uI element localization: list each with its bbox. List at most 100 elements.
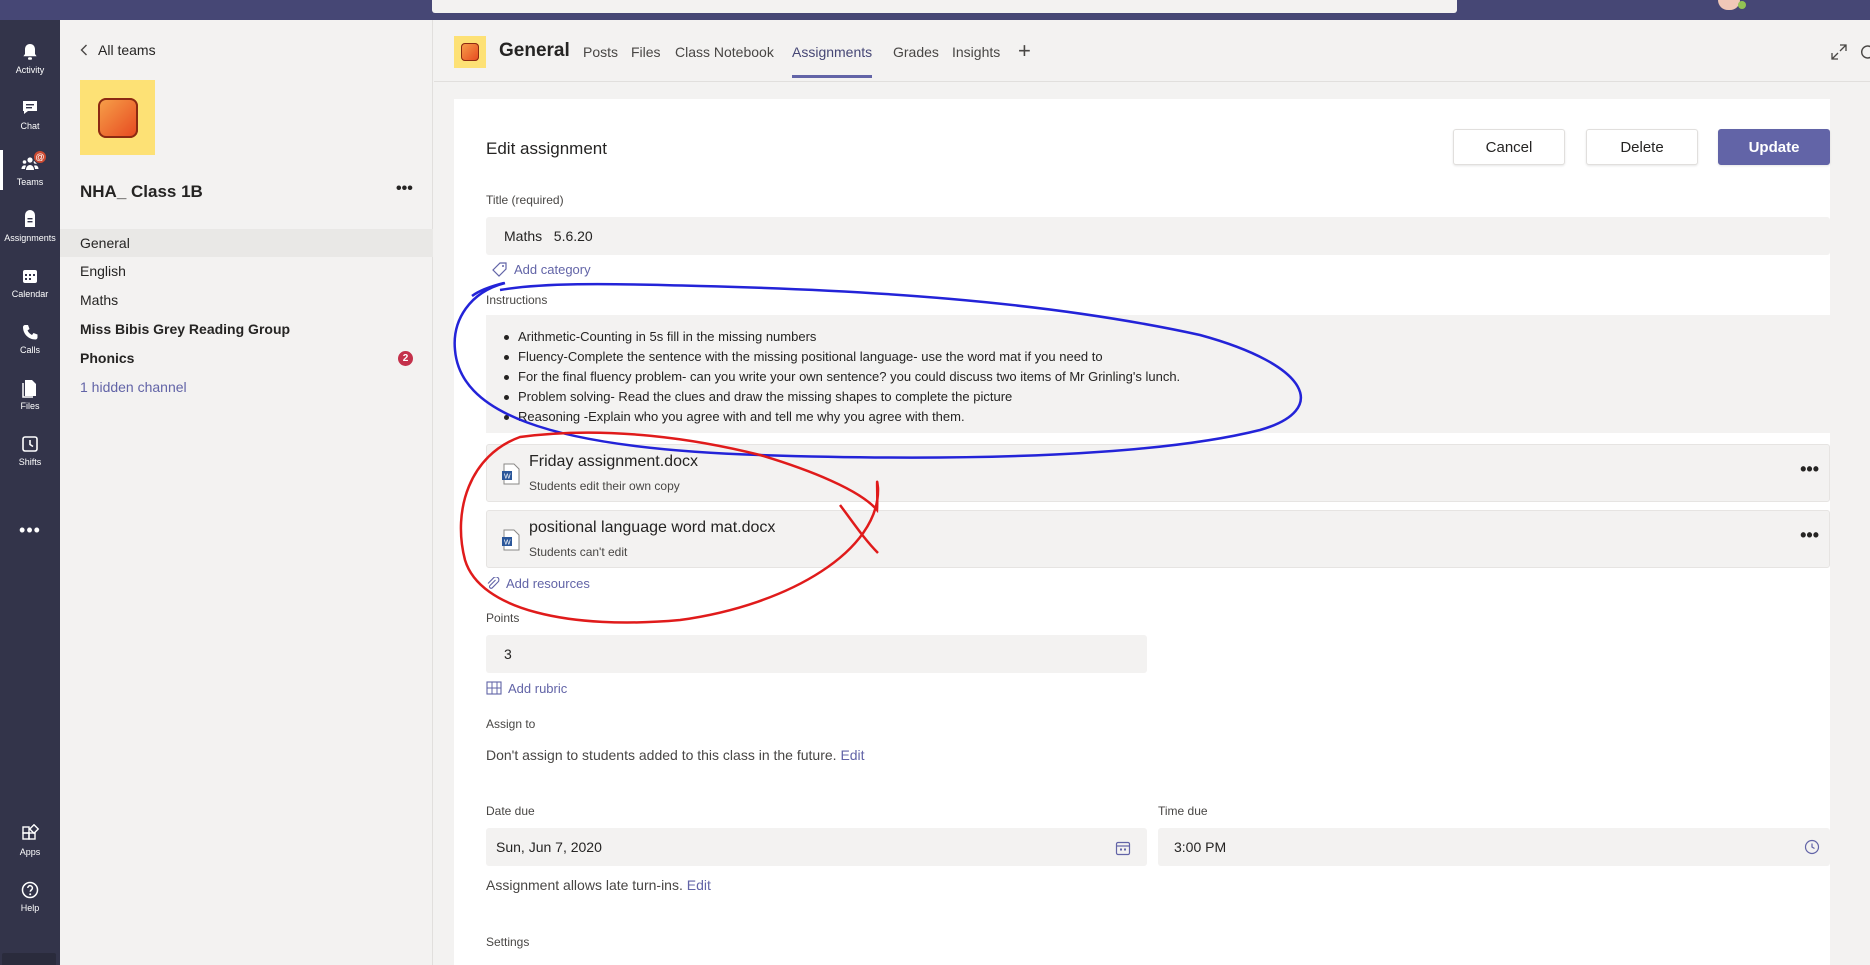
instructions-field[interactable]: Arithmetic-Counting in 5s fill in the mi… [486, 315, 1830, 433]
paperclip-icon [487, 576, 500, 589]
word-doc-icon: W [502, 463, 520, 485]
time-due-input[interactable]: 3:00 PM [1158, 828, 1830, 866]
svg-text:W: W [504, 474, 511, 481]
channel-phonics[interactable]: Phonics 2 [60, 344, 433, 372]
tab-assignments[interactable]: Assignments [792, 44, 873, 78]
mention-badge: @ [33, 150, 47, 164]
assign-to-value: Don't assign to students added to this c… [486, 747, 837, 763]
late-turnin-value: Assignment allows late turn-ins. [486, 877, 683, 893]
rail-item-calendar[interactable]: Calendar [0, 254, 60, 310]
title-bar [0, 0, 1870, 20]
cancel-button[interactable]: Cancel [1453, 129, 1565, 165]
attachment-row[interactable]: W Friday assignment.docx Students edit t… [486, 444, 1830, 502]
channel-english[interactable]: English [60, 257, 433, 285]
update-button[interactable]: Update [1718, 129, 1830, 165]
device-icon[interactable] [2, 953, 56, 965]
tab-posts[interactable]: Posts [583, 44, 618, 60]
chat-icon [23, 100, 37, 114]
hidden-channels-link[interactable]: 1 hidden channel [60, 373, 433, 401]
points-label: Points [486, 611, 520, 625]
time-due-label: Time due [1158, 804, 1208, 818]
all-teams-link[interactable]: All teams [80, 42, 156, 58]
title-input[interactable]: Maths 5.6.20 [486, 217, 1830, 255]
presence-indicator [1738, 1, 1746, 9]
rail-item-teams[interactable]: Teams @ [0, 142, 60, 198]
rail-label: Teams [16, 176, 44, 187]
attachment-more-button[interactable]: ••• [1800, 525, 1819, 546]
tag-icon [492, 262, 507, 277]
calendar-icon [23, 269, 37, 283]
channel-maths[interactable]: Maths [60, 286, 433, 314]
edit-assignment-form: Edit assignment Cancel Delete Update Tit… [454, 99, 1830, 965]
rail-label: Calls [19, 344, 40, 355]
tab-insights[interactable]: Insights [952, 44, 1000, 60]
assignments-icon [25, 209, 35, 227]
phone-icon [23, 324, 38, 339]
settings-label: Settings [486, 935, 530, 949]
instruction-item: For the final fluency problem- can you w… [504, 367, 1830, 387]
expand-icon[interactable] [1829, 42, 1849, 62]
rail-item-assignments[interactable]: Assignments [0, 198, 60, 254]
add-rubric-link[interactable]: Add rubric [486, 680, 567, 696]
add-resources-link[interactable]: Add resources [486, 576, 590, 591]
tab-files[interactable]: Files [631, 44, 661, 60]
bell-icon [23, 43, 37, 60]
rail-label: Chat [20, 120, 40, 131]
refresh-icon[interactable] [1859, 42, 1870, 62]
instruction-item: Problem solving- Read the clues and draw… [504, 387, 1830, 407]
assign-to-label: Assign to [486, 717, 536, 731]
rail-item-calls[interactable]: Calls [0, 310, 60, 366]
add-category-link[interactable]: Add category [492, 261, 591, 277]
tab-grades[interactable]: Grades [893, 44, 939, 60]
form-heading: Edit assignment [486, 139, 607, 158]
rubric-grid-icon [486, 681, 502, 695]
rail-item-apps[interactable]: Apps [0, 812, 60, 868]
attachment-name: Friday assignment.docx [529, 453, 698, 470]
channel-general[interactable]: General [60, 229, 433, 257]
instruction-item: Fluency-Complete the sentence with the m… [504, 347, 1830, 367]
chevron-left-icon [80, 44, 87, 56]
rail-label: Files [20, 400, 40, 411]
assign-edit-link[interactable]: Edit [840, 747, 864, 763]
channel-title: General [499, 40, 570, 61]
delete-button[interactable]: Delete [1586, 129, 1698, 165]
assign-to-text: Don't assign to students added to this c… [486, 747, 865, 763]
clock-icon[interactable] [1804, 839, 1820, 855]
unread-badge: 2 [398, 351, 413, 366]
add-rubric-label: Add rubric [508, 680, 568, 696]
search-box[interactable] [432, 0, 1457, 13]
tab-class-notebook[interactable]: Class Notebook [675, 44, 774, 60]
late-turnin-text: Assignment allows late turn-ins. Edit [486, 877, 711, 893]
attachment-permission: Students can't edit [529, 545, 628, 559]
svg-text:W: W [504, 540, 511, 547]
apps-icon [22, 823, 40, 840]
all-teams-label: All teams [98, 42, 156, 58]
date-due-input[interactable]: Sun, Jun 7, 2020 [486, 828, 1147, 866]
rail-item-help[interactable]: Help [0, 868, 60, 924]
channel-reading-group[interactable]: Miss Bibis Grey Reading Group [60, 315, 433, 343]
late-edit-link[interactable]: Edit [687, 877, 711, 893]
channel-pane: All teams NHA_ Class 1B ••• General Engl… [60, 20, 433, 965]
avatar[interactable] [1718, 0, 1740, 10]
attachment-row[interactable]: W positional language word mat.docx Stud… [486, 510, 1830, 568]
attachment-more-button[interactable]: ••• [1800, 459, 1819, 480]
rail-item-files[interactable]: Files [0, 366, 60, 422]
rail-item-shifts[interactable]: Shifts [0, 422, 60, 478]
calendar-icon[interactable] [1115, 840, 1131, 856]
title-label: Title (required) [486, 193, 564, 207]
channel-label: Phonics [80, 350, 135, 366]
team-logo [80, 80, 155, 155]
rail-label: Apps [19, 846, 41, 857]
help-icon [21, 881, 39, 898]
rail-label: Shifts [18, 456, 42, 467]
rail-item-activity[interactable]: Activity [0, 30, 60, 86]
more-apps-button[interactable]: ••• [0, 520, 60, 541]
team-more-button[interactable]: ••• [396, 180, 413, 198]
rail-label: Calendar [11, 288, 49, 299]
add-tab-button[interactable]: + [1018, 38, 1031, 64]
word-doc-icon: W [502, 529, 520, 551]
rail-label: Assignments [4, 232, 56, 243]
channel-header: General Posts Files Class Notebook Assig… [434, 20, 1870, 82]
points-input[interactable]: 3 [486, 635, 1147, 673]
rail-item-chat[interactable]: Chat [0, 86, 60, 142]
